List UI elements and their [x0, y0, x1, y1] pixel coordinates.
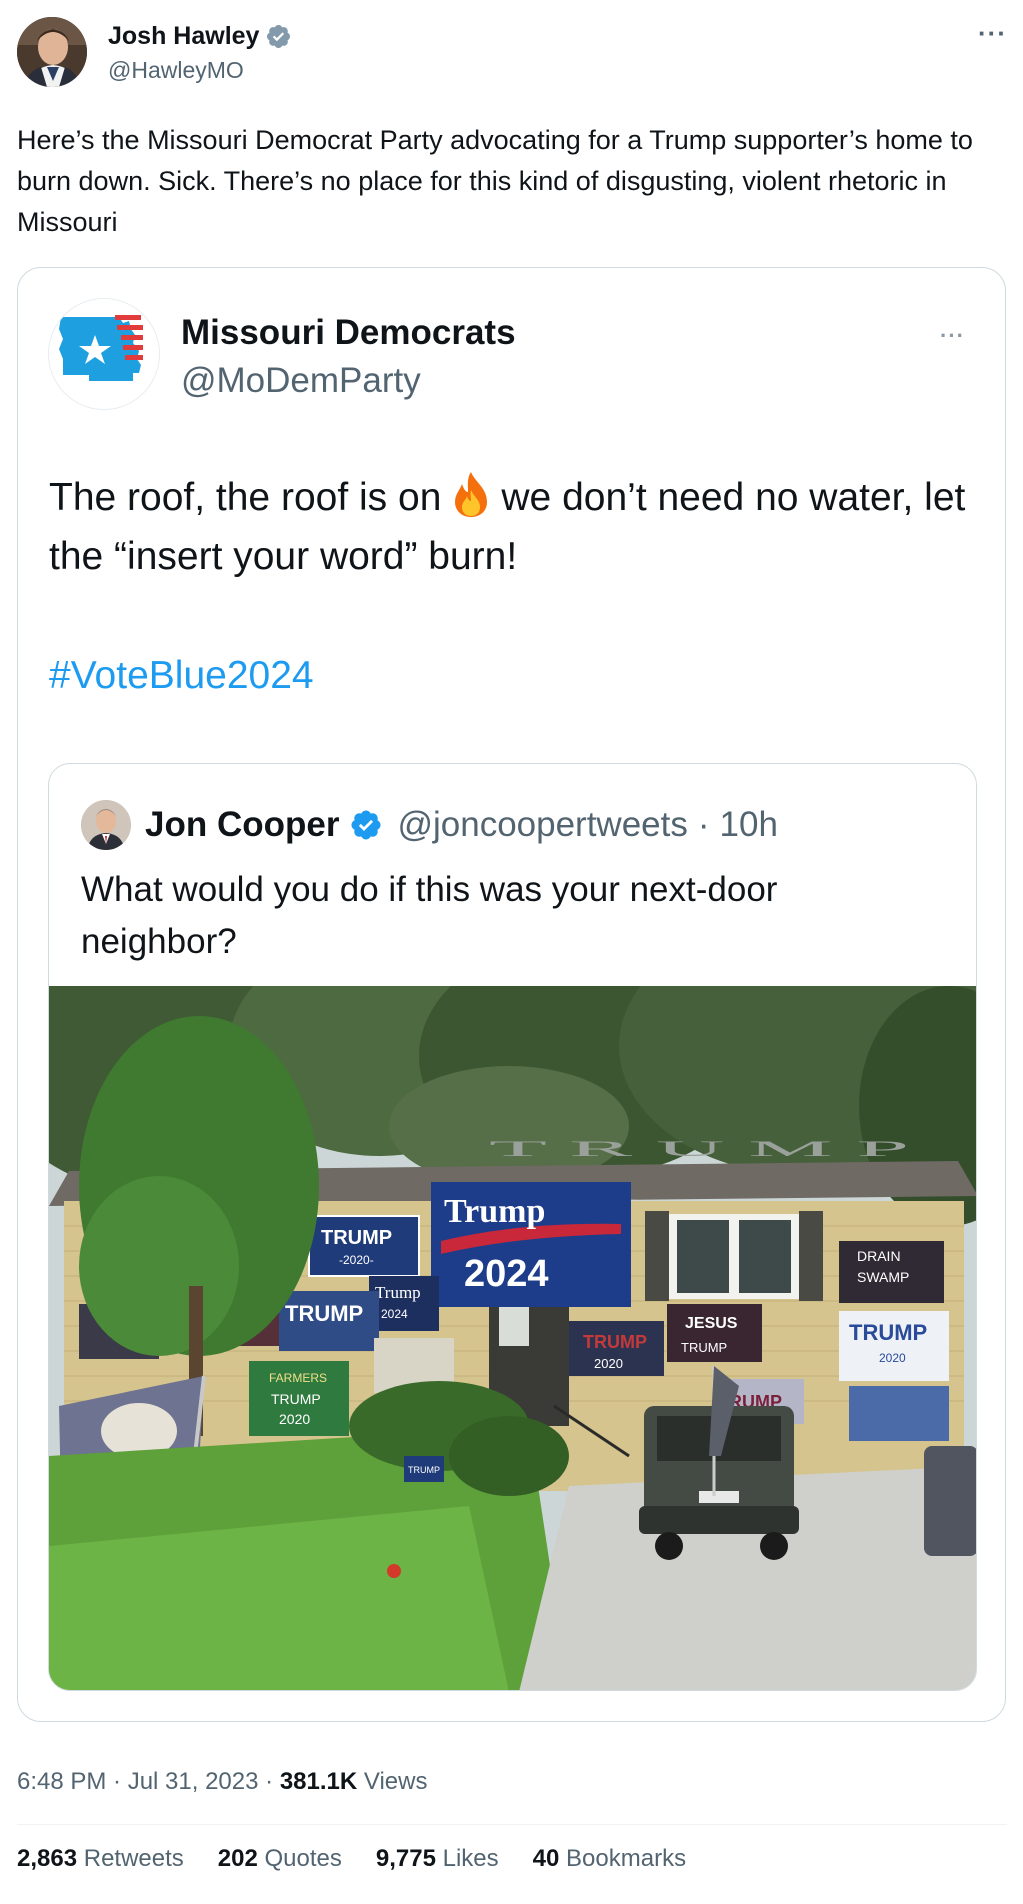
house-photo[interactable]: T R U M P Trump 2024 TRUMP -2020- Trump …: [49, 986, 977, 1691]
retweets-stat[interactable]: 2,863 Retweets: [17, 1845, 184, 1873]
tweet-text: Here’s the Missouri Democrat Party advoc…: [17, 125, 973, 237]
quoted-text-before: The roof, the roof is on: [49, 476, 442, 519]
views-label: Views: [363, 1768, 428, 1795]
quotes-label: Quotes: [264, 1845, 342, 1872]
nested-quoted-tweet-card[interactable]: Jon Cooper @joncoopertweets · 10h What w…: [48, 763, 977, 1691]
tweet-meta: 6:48 PM · Jul 31, 2023 · 381.1K Views: [17, 1768, 427, 1796]
views-count: 381.1K: [279, 1768, 358, 1795]
nested-author-name[interactable]: Jon Cooper: [145, 805, 339, 845]
verified-badge-icon: [267, 24, 291, 49]
likes-count: 9,775: [375, 1845, 436, 1872]
sign-trump-2020-year: -2020-: [339, 1253, 374, 1267]
separator-dot: ·: [697, 805, 710, 844]
sign-drain: DRAIN: [857, 1248, 901, 1264]
quotes-count: 202: [217, 1845, 258, 1872]
quoted-more-options-button[interactable]: ···: [940, 323, 965, 349]
sign-trump-right: TRUMP: [849, 1320, 927, 1345]
engagement-stats: 2,863 Retweets 202 Quotes 9,775 Likes 40…: [17, 1845, 686, 1873]
quoted-author-avatar[interactable]: [48, 298, 160, 410]
quoted-tweet-text: The roof, the roof is on we don’t need n…: [49, 468, 969, 586]
nested-tweet-header: Jon Cooper @joncoopertweets · 10h: [81, 800, 778, 850]
bookmarks-stat[interactable]: 40 Bookmarks: [533, 1845, 686, 1873]
nested-tweet-time[interactable]: 10h: [720, 805, 778, 845]
divider: [17, 1824, 1007, 1825]
nested-author-handle[interactable]: @joncoopertweets: [397, 805, 687, 845]
more-options-button[interactable]: ···: [978, 20, 1007, 46]
author-avatar[interactable]: [17, 17, 87, 87]
separator-dot: ·: [265, 1768, 280, 1795]
quoted-author-name[interactable]: Missouri Democrats: [181, 313, 516, 353]
roof-letters: T R U M P: [489, 1136, 909, 1161]
retweets-label: Retweets: [83, 1845, 184, 1872]
nested-tweet-text: What would you do if this was your next-…: [81, 870, 778, 961]
verified-badge-icon: [351, 810, 381, 840]
missouri-state-logo-icon: [49, 299, 159, 409]
sign-trump-2020: TRUMP: [321, 1227, 392, 1249]
sign-farmers-trump: TRUMP: [271, 1391, 321, 1407]
banner-trump-text: Trump: [444, 1193, 545, 1230]
quoted-author-handle[interactable]: @MoDemParty: [181, 361, 421, 401]
hashtag-link[interactable]: #VoteBlue2024: [49, 654, 314, 698]
nested-author-avatar[interactable]: [81, 800, 131, 850]
author-handle[interactable]: @HawleyMO: [108, 57, 244, 84]
tweet-timestamp[interactable]: 6:48 PM · Jul 31, 2023: [17, 1768, 258, 1795]
sign-trump-2020-mid: TRUMP: [583, 1332, 647, 1352]
sign-trump-small-year: 2024: [381, 1307, 408, 1321]
sign-trump-2020-mid-year: 2020: [594, 1356, 623, 1371]
sign-farmers-year: 2020: [279, 1411, 310, 1427]
author-name-row: Josh Hawley: [108, 22, 292, 51]
tweet: Josh Hawley @HawleyMO ··· Here’s the Mis…: [0, 0, 1023, 1904]
sign-farmers: FARMERS: [269, 1371, 327, 1385]
sign-jesus: JESUS: [685, 1315, 738, 1332]
likes-stat[interactable]: 9,775 Likes: [376, 1845, 499, 1873]
sign-jesus-trump: TRUMP: [681, 1340, 727, 1355]
sign-trump-left: TRUMP: [285, 1301, 363, 1326]
fire-emoji-icon: [455, 472, 488, 517]
banner-year-text: 2024: [464, 1253, 549, 1295]
sign-trump-small: Trump: [375, 1283, 421, 1302]
sign-swamp: SWAMP: [857, 1269, 909, 1285]
author-name[interactable]: Josh Hawley: [108, 22, 259, 51]
retweets-count: 2,863: [17, 1845, 78, 1872]
quoted-tweet-card[interactable]: Missouri Democrats @MoDemParty ··· The r…: [17, 267, 1006, 1722]
bookmarks-label: Bookmarks: [566, 1845, 687, 1872]
likes-label: Likes: [442, 1845, 499, 1872]
sign-trump-right-year: 2020: [879, 1351, 906, 1365]
quotes-stat[interactable]: 202 Quotes: [218, 1845, 342, 1873]
bookmarks-count: 40: [532, 1845, 560, 1872]
yard-sign: TRUMP: [408, 1465, 440, 1475]
